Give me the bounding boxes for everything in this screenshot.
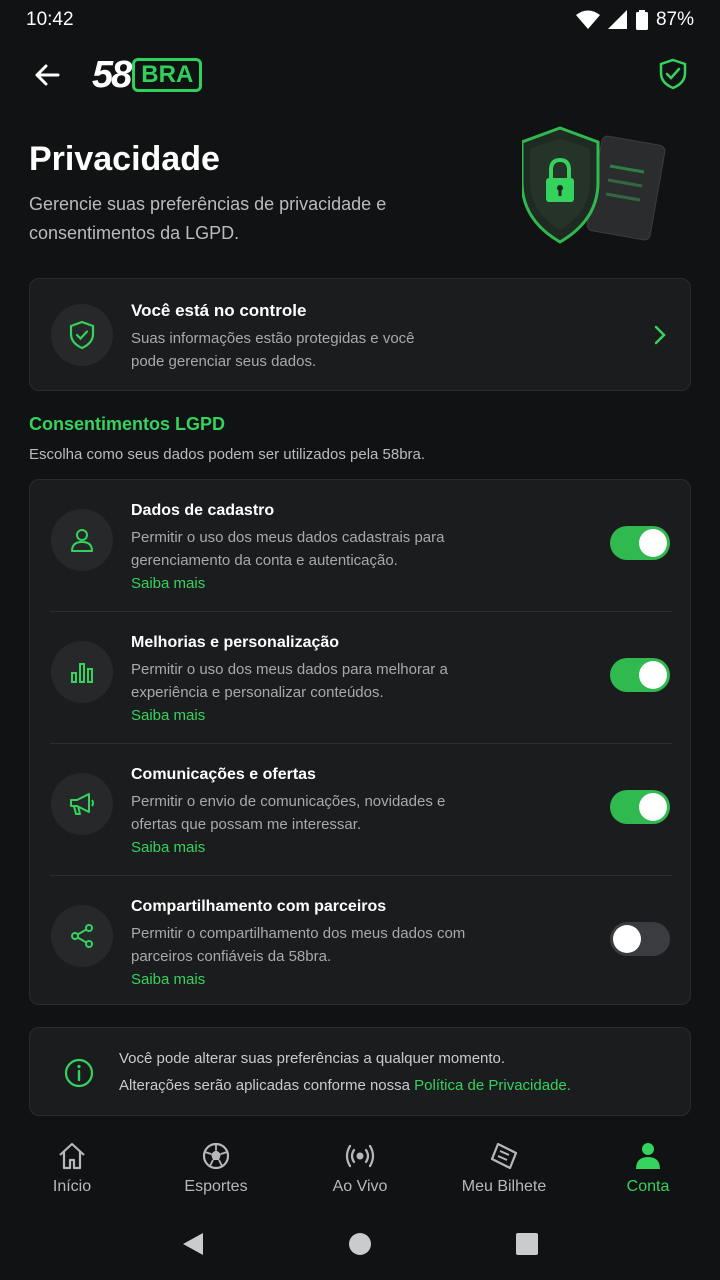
share-icon bbox=[71, 924, 93, 948]
consent-toggle-communications[interactable] bbox=[610, 790, 670, 824]
nav-item-esportes[interactable]: Esportes bbox=[144, 1128, 288, 1208]
nav-label: Meu Bilhete bbox=[461, 1178, 547, 1195]
shield-check-icon bbox=[69, 320, 95, 350]
home-icon bbox=[59, 1142, 85, 1170]
nav-label: Conta bbox=[626, 1178, 670, 1195]
consent-description: Permitir o uso dos meus dados cadastrais… bbox=[131, 529, 445, 569]
learn-more-link[interactable]: Saiba mais bbox=[131, 971, 205, 988]
hero-section: Privacidade Gerencie suas preferências d… bbox=[0, 110, 720, 270]
consent-description: Permitir o uso dos meus dados para melho… bbox=[131, 661, 448, 701]
consent-row-registration: Dados de cadastro Permitir o uso dos meu… bbox=[30, 480, 692, 612]
status-bar: 10:42 87% bbox=[0, 0, 720, 40]
account-icon bbox=[636, 1143, 660, 1169]
wifi-icon bbox=[575, 10, 600, 29]
info-icon bbox=[64, 1058, 94, 1088]
system-back-button[interactable] bbox=[173, 1224, 213, 1264]
consent-title: Compartilhamento com parceiros bbox=[131, 898, 387, 915]
consent-icon-badge bbox=[51, 641, 113, 703]
toggle-knob bbox=[639, 661, 667, 689]
toggle-knob bbox=[639, 529, 667, 557]
consents-section-title: Consentimentos LGPD bbox=[29, 414, 226, 434]
shield-lock-illustration-icon bbox=[522, 126, 666, 244]
consent-row-personalization: Melhorias e personalização Permitir o us… bbox=[30, 612, 692, 744]
info-card: Você pode alterar suas preferências a qu… bbox=[29, 1027, 691, 1116]
privacy-policy-link[interactable]: Política de Privacidade. bbox=[414, 1077, 571, 1094]
triangle-back-icon bbox=[183, 1233, 204, 1255]
system-home-button[interactable] bbox=[340, 1224, 380, 1264]
consent-icon-badge bbox=[51, 509, 113, 571]
control-icon-badge bbox=[51, 304, 113, 366]
system-recents-button[interactable] bbox=[507, 1224, 547, 1264]
info-policy-line: Alterações serão aplicadas conforme noss… bbox=[119, 1077, 571, 1094]
arrow-left-icon bbox=[35, 64, 60, 86]
consent-row-partners: Compartilhamento com parceiros Permitir … bbox=[30, 876, 692, 1008]
consent-description: Permitir o envio de comunicações, novida… bbox=[131, 793, 446, 833]
consent-toggle-personalization[interactable] bbox=[610, 658, 670, 692]
app-bar: 58 BRA bbox=[0, 40, 720, 110]
toggle-knob bbox=[639, 793, 667, 821]
nav-label: Esportes bbox=[184, 1178, 248, 1195]
consent-row-communications: Comunicações e ofertas Permitir o envio … bbox=[30, 744, 692, 876]
nav-label: Ao Vivo bbox=[332, 1178, 388, 1195]
control-card-title: Você está no controle bbox=[131, 301, 307, 320]
info-policy-prefix: Alterações serão aplicadas conforme noss… bbox=[119, 1077, 415, 1094]
chevron-right-icon bbox=[654, 325, 666, 345]
page-subtitle: Gerencie suas preferências de privacidad… bbox=[29, 194, 387, 243]
nav-item-conta[interactable]: Conta bbox=[576, 1128, 720, 1208]
consent-toggle-registration[interactable] bbox=[610, 526, 670, 560]
bar-chart-icon bbox=[71, 663, 93, 683]
consent-title: Melhorias e personalização bbox=[131, 634, 340, 651]
user-icon bbox=[71, 529, 93, 552]
consent-title: Comunicações e ofertas bbox=[131, 766, 316, 783]
toggle-knob bbox=[613, 925, 641, 953]
live-broadcast-icon bbox=[345, 1144, 375, 1168]
logo-number: 58 bbox=[92, 53, 132, 96]
soccer-ball-icon bbox=[202, 1142, 230, 1170]
signal-icon bbox=[607, 10, 627, 29]
info-text: Você pode alterar suas preferências a qu… bbox=[119, 1050, 506, 1067]
nav-item-ao-vivo[interactable]: Ao Vivo bbox=[288, 1128, 432, 1208]
learn-more-link[interactable]: Saiba mais bbox=[131, 575, 205, 592]
circle-home-icon bbox=[348, 1233, 371, 1255]
consent-title: Dados de cadastro bbox=[131, 502, 275, 519]
privacy-control-card[interactable]: Você está no controle Suas informações e… bbox=[29, 278, 691, 391]
consent-icon-badge bbox=[51, 773, 113, 835]
learn-more-link[interactable]: Saiba mais bbox=[131, 707, 205, 724]
consent-toggle-partners[interactable] bbox=[610, 922, 670, 956]
battery-icon bbox=[635, 10, 648, 30]
consent-description: Permitir o compartilhamento dos meus dad… bbox=[131, 925, 466, 965]
consents-card: Dados de cadastro Permitir o uso dos meu… bbox=[29, 479, 691, 1005]
consents-section-description: Escolha como seus dados podem ser utiliz… bbox=[29, 446, 426, 463]
page-title: Privacidade bbox=[29, 140, 220, 178]
learn-more-link[interactable]: Saiba mais bbox=[131, 839, 205, 856]
status-icons: 87% bbox=[575, 9, 694, 31]
security-shield-icon[interactable] bbox=[658, 58, 688, 90]
back-button[interactable] bbox=[30, 58, 64, 92]
status-time: 10:42 bbox=[26, 9, 74, 30]
nav-item-meu-bilhete[interactable]: Meu Bilhete bbox=[432, 1128, 576, 1208]
brand-logo: 58 BRA bbox=[92, 53, 203, 97]
square-recents-icon bbox=[515, 1233, 538, 1255]
bottom-navigation: Início Esportes Ao Vivo Meu Bilhete Cont… bbox=[0, 1128, 720, 1208]
nav-item-inicio[interactable]: Início bbox=[0, 1128, 144, 1208]
battery-percent: 87% bbox=[655, 9, 694, 30]
logo-suffix: BRA bbox=[132, 58, 203, 92]
ticket-icon bbox=[490, 1142, 518, 1170]
megaphone-icon bbox=[70, 793, 94, 815]
system-navigation-bar bbox=[0, 1208, 720, 1280]
control-card-description: Suas informações estão protegidas e você… bbox=[131, 330, 415, 370]
nav-label: Início bbox=[52, 1178, 92, 1195]
consent-icon-badge bbox=[51, 905, 113, 967]
